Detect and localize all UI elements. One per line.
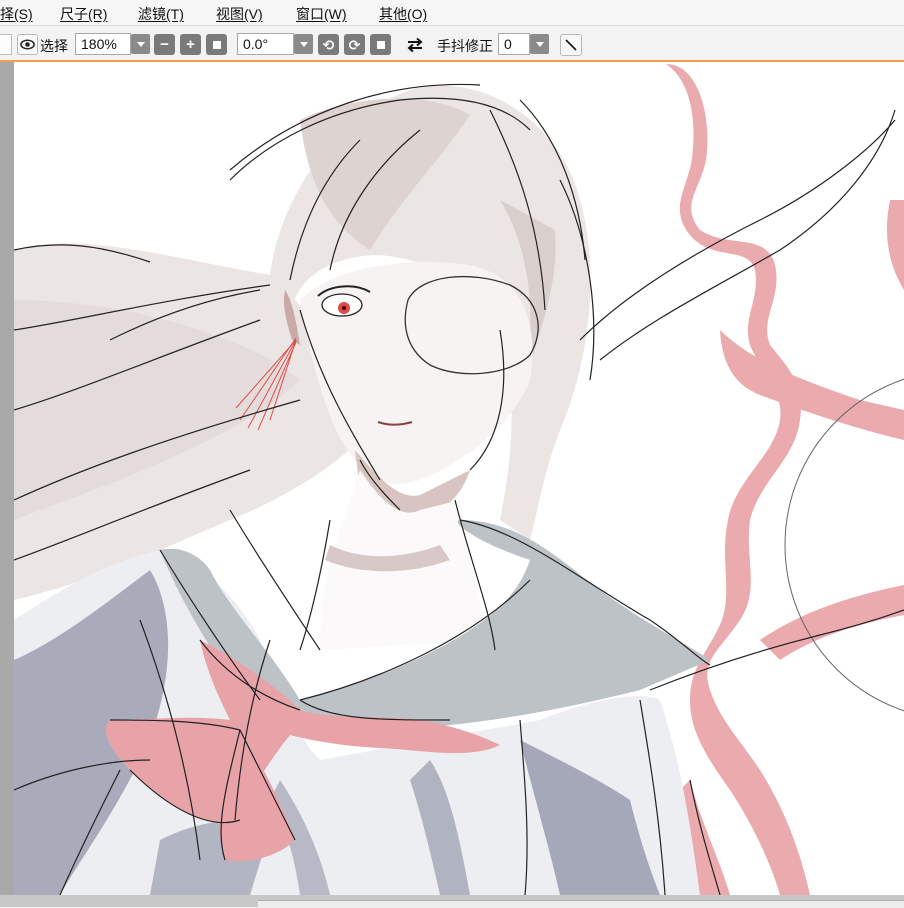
pink-ribbons (666, 64, 904, 895)
menu-ruler[interactable]: 尺子(R) (60, 4, 107, 24)
zoom-input[interactable]: 180% (75, 33, 131, 55)
chevron-down-icon (299, 41, 308, 47)
line-tool-button[interactable] (560, 34, 582, 56)
chevron-down-icon (535, 41, 544, 47)
chevron-down-icon (136, 41, 145, 47)
zoom-in-button[interactable]: + (180, 34, 201, 55)
toolbar: 选择 180% − + 0.0° ⟲ ⟳ 手抖修正 0 (0, 26, 904, 62)
rotate-left-icon: ⟲ (322, 36, 335, 53)
rotate-right-icon: ⟳ (348, 36, 361, 53)
menu-view[interactable]: 视图(V) (216, 4, 263, 24)
menu-bar: 择(S) 尺子(R) 滤镜(T) 视图(V) 窗口(W) 其他(O) (0, 0, 904, 26)
flip-horizontal-button[interactable] (404, 34, 425, 55)
select-label: 选择 (40, 38, 68, 54)
rotation-reset-button[interactable] (370, 34, 391, 55)
eye-toggle-button[interactable] (17, 34, 38, 55)
rotation-input[interactable]: 0.0° (237, 33, 294, 55)
stabilizer-label: 手抖修正 (437, 38, 493, 54)
toolbar-clipped-button[interactable] (0, 34, 12, 55)
menu-select[interactable]: 择(S) (0, 4, 33, 24)
square-icon (212, 40, 221, 49)
drawing-canvas[interactable] (14, 62, 904, 895)
diagonal-line-icon (565, 39, 577, 51)
menu-other[interactable]: 其他(O) (379, 4, 427, 24)
canvas-left-gutter (0, 62, 14, 897)
menu-window[interactable]: 窗口(W) (296, 4, 347, 24)
rotate-left-button[interactable]: ⟲ (318, 34, 339, 55)
rotate-right-button[interactable]: ⟳ (344, 34, 365, 55)
square-icon (376, 40, 385, 49)
plus-icon: + (186, 36, 195, 53)
zoom-out-button[interactable]: − (154, 34, 175, 55)
flip-arrows-icon (406, 37, 423, 52)
stabilizer-dropdown[interactable] (530, 34, 549, 54)
minus-icon: − (160, 36, 169, 53)
zoom-reset-button[interactable] (206, 34, 227, 55)
eye-icon (20, 39, 35, 50)
rotation-dropdown[interactable] (294, 34, 313, 54)
menu-filter[interactable]: 滤镜(T) (138, 4, 184, 24)
zoom-dropdown[interactable] (131, 34, 150, 54)
stabilizer-input[interactable]: 0 (498, 33, 530, 55)
artwork-illustration (14, 64, 904, 895)
